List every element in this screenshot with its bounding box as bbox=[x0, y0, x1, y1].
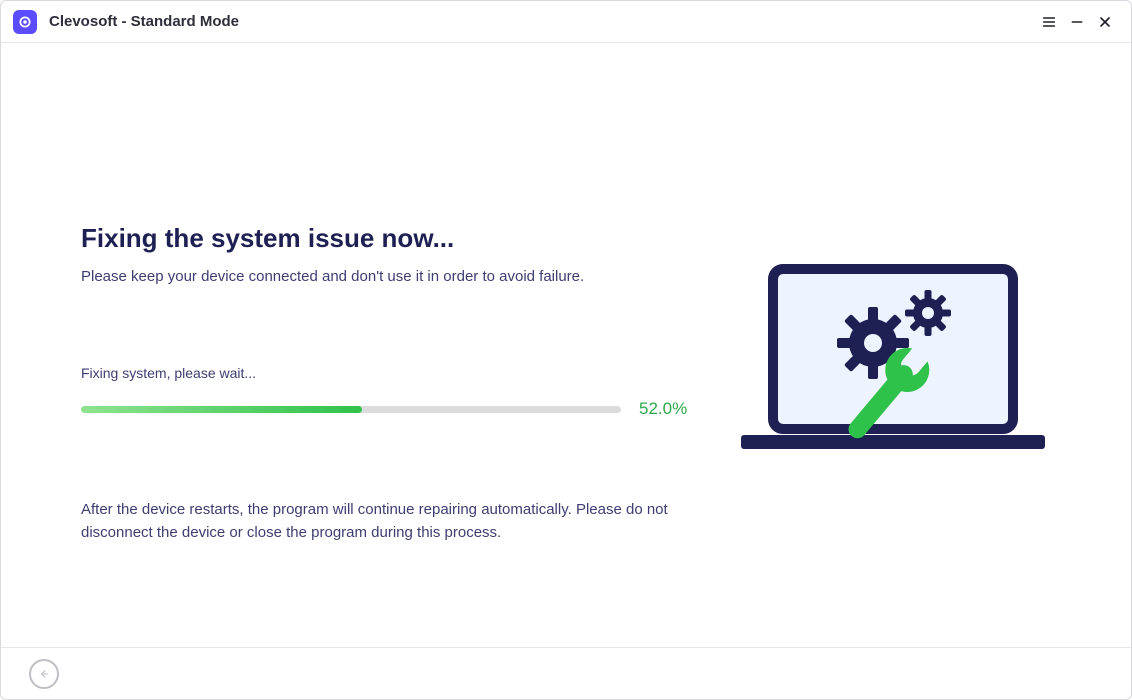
app-window: Clevosoft - Standard Mode Fixing the sys… bbox=[0, 0, 1132, 700]
hamburger-icon bbox=[1041, 14, 1057, 30]
progress-bar bbox=[81, 406, 621, 413]
back-button[interactable] bbox=[29, 659, 59, 689]
laptop-repair-illustration bbox=[733, 263, 1053, 463]
progress-fill bbox=[81, 406, 362, 413]
close-button[interactable] bbox=[1091, 8, 1119, 36]
app-title: Clevosoft - Standard Mode bbox=[49, 13, 239, 30]
progress-row: 52.0% bbox=[81, 399, 701, 419]
close-icon bbox=[1097, 14, 1113, 30]
minimize-icon bbox=[1069, 14, 1085, 30]
info-note: After the device restarts, the program w… bbox=[81, 499, 681, 544]
titlebar: Clevosoft - Standard Mode bbox=[1, 1, 1131, 43]
footer-bar bbox=[1, 647, 1131, 699]
status-label: Fixing system, please wait... bbox=[81, 365, 701, 381]
minimize-button[interactable] bbox=[1063, 8, 1091, 36]
gear-small-icon bbox=[905, 290, 951, 336]
app-logo-icon bbox=[13, 10, 37, 34]
menu-button[interactable] bbox=[1035, 8, 1063, 36]
page-subtext: Please keep your device connected and do… bbox=[81, 268, 701, 285]
main-content: Fixing the system issue now... Please ke… bbox=[1, 43, 1131, 647]
progress-percent-label: 52.0% bbox=[639, 399, 687, 419]
page-heading: Fixing the system issue now... bbox=[81, 223, 701, 254]
arrow-left-icon bbox=[37, 667, 51, 681]
